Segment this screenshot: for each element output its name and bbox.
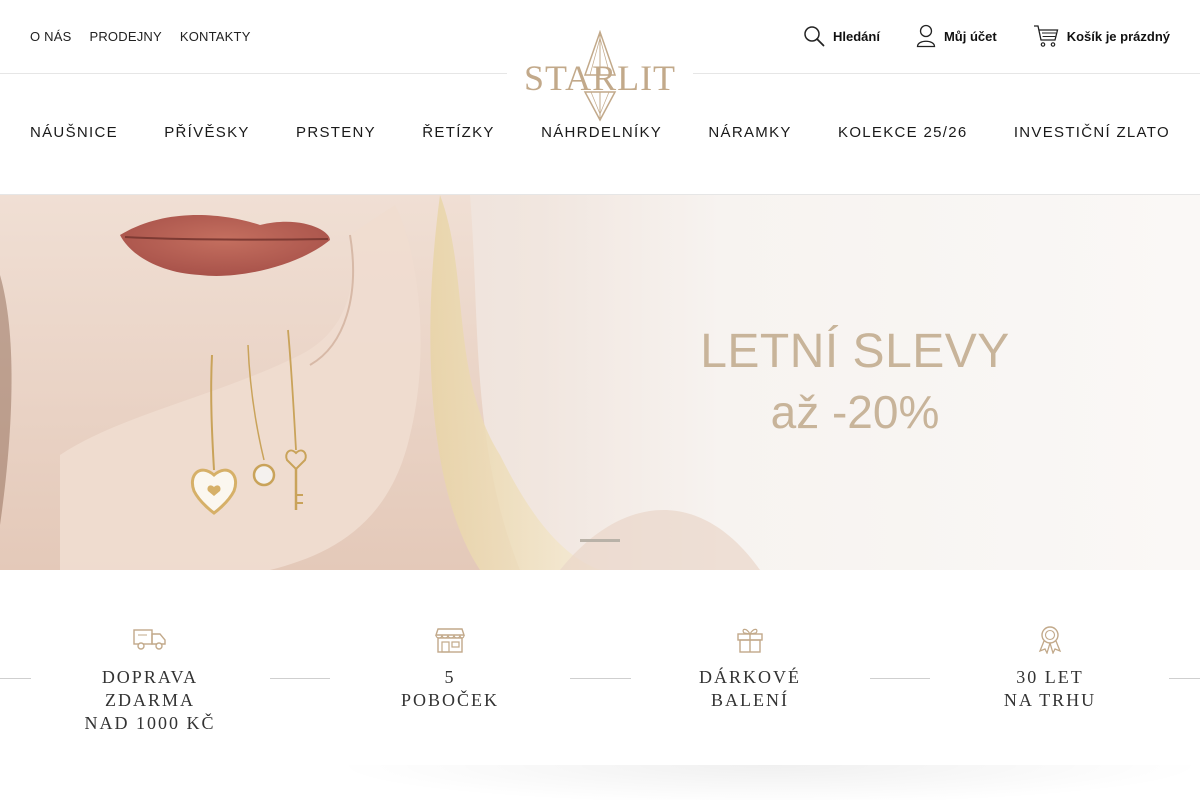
divider <box>0 678 31 679</box>
account-label: Můj účet <box>943 28 997 44</box>
cart-button[interactable]: Košík je prázdný <box>1033 24 1170 48</box>
feature-label: 30 LET NA TRHU <box>1003 667 1097 710</box>
top-link-o-nas[interactable]: O NÁS <box>30 29 71 44</box>
feature-gift-wrap: DÁRKOVÉ BALENÍ <box>630 622 870 712</box>
store-icon <box>330 622 570 656</box>
search-label: Hledání <box>832 28 880 44</box>
nav-item-nausnice[interactable]: NÁUŠNICE <box>30 124 118 141</box>
top-link-kontakty[interactable]: KONTAKTY <box>180 29 251 44</box>
feature-label: 5 POBOČEK <box>400 667 499 710</box>
feature-free-shipping: DOPRAVA ZDARMA NAD 1000 KČ <box>30 622 270 735</box>
header-utilities: Hledání Můj účet Košík je prázdný <box>803 24 1170 48</box>
feature-years: 30 LET NA TRHU <box>930 622 1170 712</box>
nav-item-privesky[interactable]: PŘÍVĚSKY <box>164 124 249 141</box>
hero-banner[interactable]: LETNÍ SLEVY až -20% <box>0 195 1200 570</box>
search-button[interactable]: Hledání <box>803 25 880 47</box>
search-icon <box>803 25 825 47</box>
divider <box>270 678 330 679</box>
hero-headline: LETNÍ SLEVY až -20% <box>700 323 1010 443</box>
award-icon <box>930 622 1170 656</box>
nav-item-retizky[interactable]: ŘETÍZKY <box>422 124 494 141</box>
gift-icon <box>630 622 870 656</box>
cart-label: Košík je prázdný <box>1066 28 1170 44</box>
account-button[interactable]: Můj účet <box>916 24 997 48</box>
slider-indicator[interactable] <box>580 539 620 542</box>
hero-discount: až -20% <box>770 386 940 438</box>
nav-item-prsteny[interactable]: PRSTENY <box>296 124 376 141</box>
divider <box>1169 678 1200 679</box>
divider <box>570 678 631 679</box>
nav-item-nahrdelniky[interactable]: NÁHRDELNÍKY <box>541 124 662 141</box>
hero-title: LETNÍ SLEVY <box>700 325 1010 378</box>
nav-item-investicni-zlato[interactable]: INVESTIČNÍ ZLATO <box>1014 124 1170 141</box>
delivery-truck-icon <box>30 622 270 656</box>
feature-label: DOPRAVA ZDARMA NAD 1000 KČ <box>84 667 216 733</box>
divider <box>870 678 930 679</box>
main-nav: NÁUŠNICE PŘÍVĚSKY PRSTENY ŘETÍZKY NÁHRDE… <box>0 74 1200 195</box>
nav-item-kolekce[interactable]: KOLEKCE 25/26 <box>838 124 967 141</box>
features-strip: DOPRAVA ZDARMA NAD 1000 KČ 5 POBOČEK DÁR… <box>0 570 1200 800</box>
user-icon <box>916 24 936 48</box>
hero-image <box>0 195 1200 570</box>
section-shadow <box>330 765 1200 800</box>
feature-label: DÁRKOVÉ BALENÍ <box>699 667 801 710</box>
feature-stores: 5 POBOČEK <box>330 622 570 712</box>
nav-item-naramky[interactable]: NÁRAMKY <box>708 124 791 141</box>
top-links: O NÁS PRODEJNY KONTAKTY <box>30 29 251 44</box>
top-link-prodejny[interactable]: PRODEJNY <box>89 29 161 44</box>
cart-icon <box>1033 24 1059 48</box>
